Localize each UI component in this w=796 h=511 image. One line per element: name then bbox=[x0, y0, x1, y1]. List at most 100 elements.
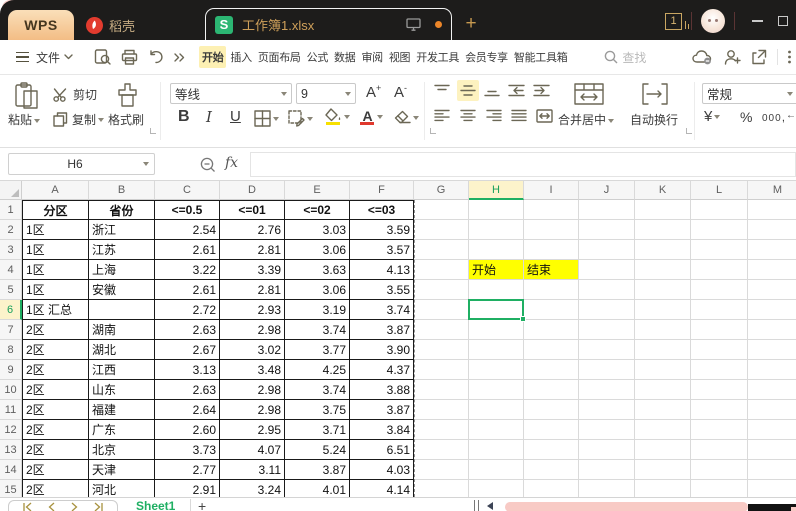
cell-J13[interactable] bbox=[579, 440, 635, 460]
cell-D9[interactable]: 3.48 bbox=[220, 360, 285, 380]
cell-I11[interactable] bbox=[524, 400, 579, 420]
cell-G3[interactable] bbox=[414, 240, 469, 260]
cell-K4[interactable] bbox=[635, 260, 691, 280]
column-header-F[interactable]: F bbox=[350, 181, 414, 200]
cell-J14[interactable] bbox=[579, 460, 635, 480]
cell-K12[interactable] bbox=[635, 420, 691, 440]
cell-H12[interactable] bbox=[469, 420, 524, 440]
cell-C9[interactable]: 3.13 bbox=[155, 360, 220, 380]
cell-J6[interactable] bbox=[579, 300, 635, 320]
decimal-format-button[interactable]: ←.0 bbox=[786, 110, 796, 121]
cell-D8[interactable]: 3.02 bbox=[220, 340, 285, 360]
hamburger-menu-icon[interactable] bbox=[16, 51, 29, 63]
cell-A8[interactable]: 2区 bbox=[22, 340, 89, 360]
menu-tab-页面布局[interactable]: 页面布局 bbox=[256, 46, 303, 68]
cell-C3[interactable]: 2.61 bbox=[155, 240, 220, 260]
cell-K5[interactable] bbox=[635, 280, 691, 300]
cell-L4[interactable] bbox=[691, 260, 748, 280]
cell-B7[interactable]: 湖南 bbox=[89, 320, 155, 340]
cell-J3[interactable] bbox=[579, 240, 635, 260]
column-header-A[interactable]: A bbox=[22, 181, 89, 200]
cell-D5[interactable]: 2.81 bbox=[220, 280, 285, 300]
cell-E2[interactable]: 3.03 bbox=[285, 220, 350, 240]
cell-M13[interactable] bbox=[748, 440, 796, 460]
menu-tab-视图[interactable]: 视图 bbox=[387, 46, 412, 68]
cell-K13[interactable] bbox=[635, 440, 691, 460]
cell-M11[interactable] bbox=[748, 400, 796, 420]
print-icon[interactable] bbox=[121, 49, 138, 65]
cell-F6[interactable]: 3.74 bbox=[350, 300, 414, 320]
copy-button[interactable]: 复制 bbox=[53, 111, 105, 128]
column-header-G[interactable]: G bbox=[414, 181, 469, 200]
cell-F15[interactable]: 4.14 bbox=[350, 480, 414, 497]
increase-font-size-button[interactable]: A+ bbox=[366, 83, 381, 101]
cell-J12[interactable] bbox=[579, 420, 635, 440]
cell-E13[interactable]: 5.24 bbox=[285, 440, 350, 460]
row-header-6[interactable]: 6 bbox=[0, 300, 22, 320]
row-header-10[interactable]: 10 bbox=[0, 380, 22, 400]
cell-E9[interactable]: 4.25 bbox=[285, 360, 350, 380]
align-middle-button[interactable] bbox=[457, 80, 479, 101]
cell-I3[interactable] bbox=[524, 240, 579, 260]
cell-A11[interactable]: 2区 bbox=[22, 400, 89, 420]
document-tab[interactable]: S 工作簿1.xlsx bbox=[205, 8, 452, 40]
cell-H10[interactable] bbox=[469, 380, 524, 400]
cell-F5[interactable]: 3.55 bbox=[350, 280, 414, 300]
increase-indent-button[interactable] bbox=[533, 84, 550, 97]
row-header-12[interactable]: 12 bbox=[0, 420, 22, 440]
cell-F12[interactable]: 3.84 bbox=[350, 420, 414, 440]
font-color-button[interactable]: A bbox=[360, 108, 383, 126]
cell-J4[interactable] bbox=[579, 260, 635, 280]
formula-input[interactable] bbox=[250, 152, 796, 177]
cell-K14[interactable] bbox=[635, 460, 691, 480]
cell-B3[interactable]: 江苏 bbox=[89, 240, 155, 260]
cell-G13[interactable] bbox=[414, 440, 469, 460]
cell-D11[interactable]: 2.98 bbox=[220, 400, 285, 420]
cell-I5[interactable] bbox=[524, 280, 579, 300]
fill-handle[interactable] bbox=[520, 316, 526, 322]
cell-J9[interactable] bbox=[579, 360, 635, 380]
cell-J2[interactable] bbox=[579, 220, 635, 240]
print-preview-icon[interactable] bbox=[94, 49, 111, 65]
cell-B2[interactable]: 浙江 bbox=[89, 220, 155, 240]
cell-L14[interactable] bbox=[691, 460, 748, 480]
align-right-button[interactable] bbox=[486, 109, 502, 122]
cell-B13[interactable]: 北京 bbox=[89, 440, 155, 460]
cell-G15[interactable] bbox=[414, 480, 469, 497]
borders-button[interactable] bbox=[254, 110, 279, 127]
cell-H15[interactable] bbox=[469, 480, 524, 497]
insert-function-button[interactable]: fx bbox=[225, 155, 238, 171]
cell-F13[interactable]: 6.51 bbox=[350, 440, 414, 460]
cell-H11[interactable] bbox=[469, 400, 524, 420]
cell-D12[interactable]: 2.95 bbox=[220, 420, 285, 440]
merge-center-icon[interactable] bbox=[573, 82, 605, 106]
cell-E4[interactable]: 3.63 bbox=[285, 260, 350, 280]
cell-K1[interactable] bbox=[635, 200, 691, 220]
cell-B5[interactable]: 安徽 bbox=[89, 280, 155, 300]
cell-H4[interactable]: 开始 bbox=[469, 260, 524, 280]
cell-H14[interactable] bbox=[469, 460, 524, 480]
menu-tab-智能工具箱[interactable]: 智能工具箱 bbox=[512, 46, 570, 68]
font-name-select[interactable]: 等线 bbox=[170, 83, 292, 104]
underline-button[interactable]: U bbox=[230, 108, 241, 125]
cell-M7[interactable] bbox=[748, 320, 796, 340]
cell-G7[interactable] bbox=[414, 320, 469, 340]
text-orientation-button[interactable] bbox=[536, 109, 553, 123]
share-export-icon[interactable] bbox=[751, 49, 767, 65]
wrap-text-icon[interactable] bbox=[641, 82, 669, 106]
cell-F14[interactable]: 4.03 bbox=[350, 460, 414, 480]
row-header-4[interactable]: 4 bbox=[0, 260, 22, 280]
cell-C15[interactable]: 2.91 bbox=[155, 480, 220, 497]
cell-M5[interactable] bbox=[748, 280, 796, 300]
cell-F2[interactable]: 3.59 bbox=[350, 220, 414, 240]
cell-K7[interactable] bbox=[635, 320, 691, 340]
cell-A5[interactable]: 1区 bbox=[22, 280, 89, 300]
cell-L10[interactable] bbox=[691, 380, 748, 400]
first-sheet-button[interactable] bbox=[22, 502, 33, 511]
cell-L3[interactable] bbox=[691, 240, 748, 260]
cell-F8[interactable]: 3.90 bbox=[350, 340, 414, 360]
scroll-left-arrow[interactable] bbox=[487, 502, 493, 510]
cell-C14[interactable]: 2.77 bbox=[155, 460, 220, 480]
cell-I7[interactable] bbox=[524, 320, 579, 340]
cell-A12[interactable]: 2区 bbox=[22, 420, 89, 440]
